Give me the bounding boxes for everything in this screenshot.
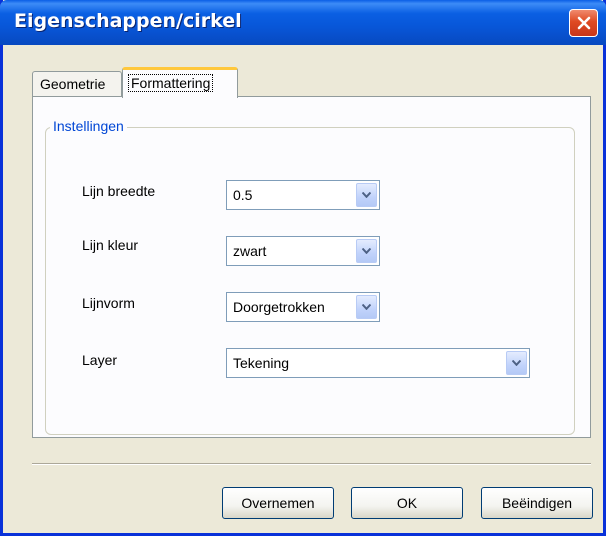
chevron-down-icon — [362, 192, 371, 198]
line-style-select[interactable]: Doorgetrokken — [226, 292, 380, 322]
group-legend: Instellingen — [50, 118, 127, 134]
ok-button[interactable]: OK — [351, 487, 463, 519]
line-width-label: Lijn breedte — [82, 183, 156, 199]
tab-geometrie[interactable]: Geometrie — [32, 71, 122, 97]
line-color-label: Lijn kleur — [82, 237, 139, 253]
tab-label: Formattering — [128, 74, 214, 92]
chevron-down-icon — [362, 304, 371, 310]
chevron-down-icon — [512, 360, 521, 366]
layer-value: Tekening — [233, 355, 290, 371]
layer-select[interactable]: Tekening — [226, 348, 530, 378]
line-width-select[interactable]: 0.5 — [226, 180, 380, 210]
dialog-window: Eigenschappen/cirkel Geometrie Formatter… — [0, 0, 606, 536]
beeindigen-button[interactable]: Beëindigen — [481, 487, 593, 519]
line-color-value: zwart — [233, 243, 267, 259]
line-style-label: Lijnvorm — [82, 295, 135, 311]
overnemen-button[interactable]: Overnemen — [222, 487, 334, 519]
formattering-panel: Instellingen Lijn breedte 0.5 Lijn kleur… — [32, 96, 591, 438]
line-color-dropdown-button[interactable] — [356, 239, 377, 263]
line-style-dropdown-button[interactable] — [356, 295, 377, 319]
layer-dropdown-button[interactable] — [506, 351, 527, 375]
layer-label: Layer — [82, 352, 118, 368]
title-bar[interactable]: Eigenschappen/cirkel — [0, 0, 606, 45]
separator — [32, 463, 591, 465]
settings-groupbox — [45, 127, 575, 435]
line-color-select[interactable]: zwart — [226, 236, 380, 266]
line-style-value: Doorgetrokken — [233, 299, 325, 315]
line-width-dropdown-button[interactable] — [356, 183, 377, 207]
chevron-down-icon — [362, 248, 371, 254]
close-button[interactable] — [569, 9, 598, 37]
line-width-value: 0.5 — [233, 187, 253, 203]
tab-label: Geometrie — [40, 76, 106, 92]
window-title: Eigenschappen/cirkel — [14, 10, 242, 32]
tab-formattering[interactable]: Formattering — [122, 67, 238, 98]
close-icon — [577, 16, 590, 30]
